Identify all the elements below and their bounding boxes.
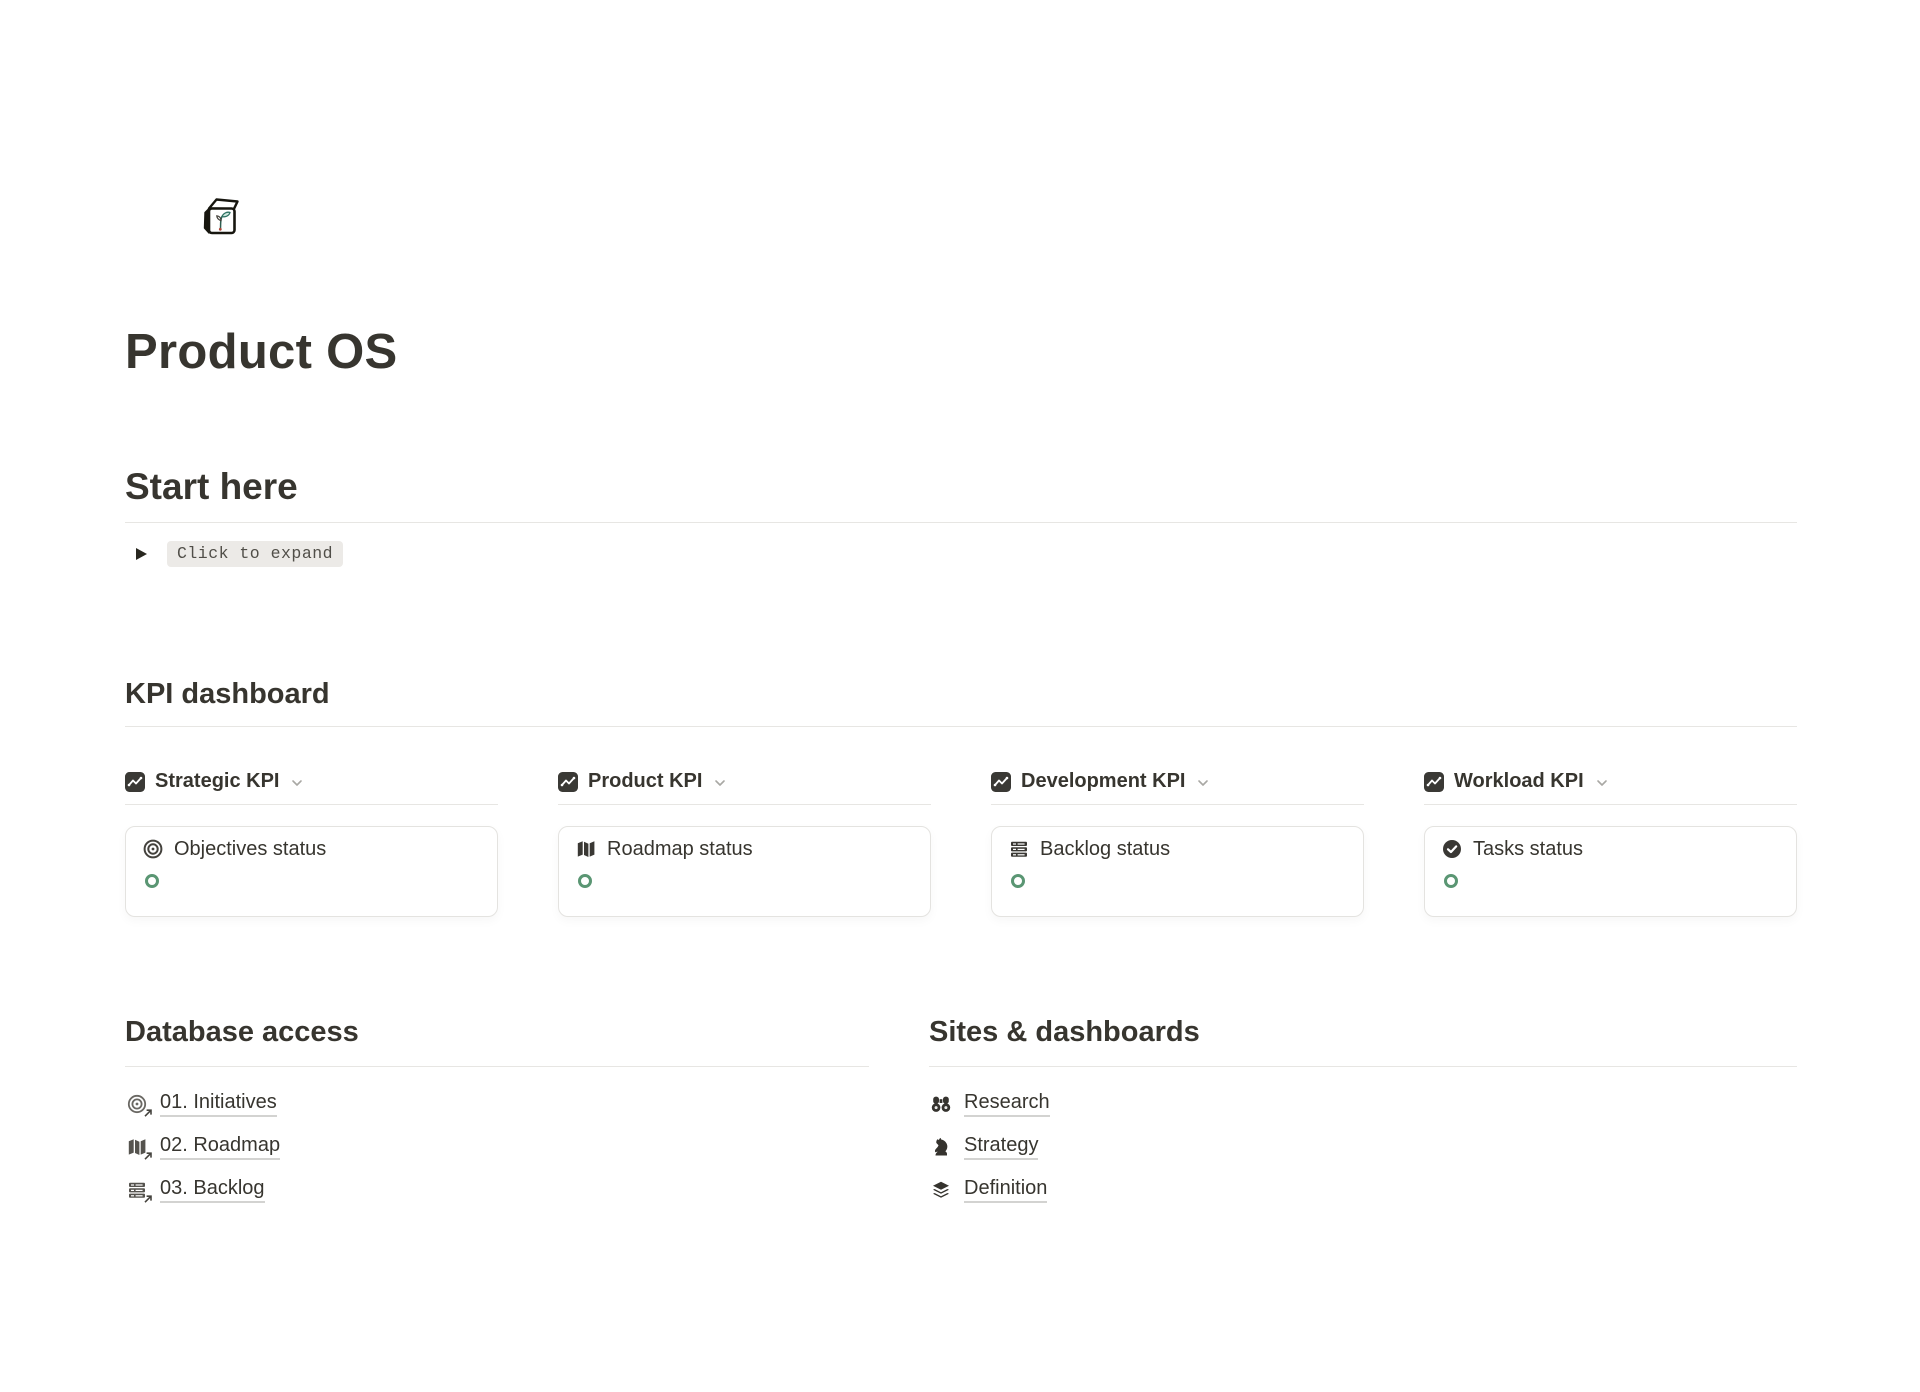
link-label[interactable]: Research xyxy=(964,1091,1050,1117)
divider xyxy=(991,804,1364,805)
kpi-card-label: Backlog status xyxy=(1040,838,1170,861)
map-icon xyxy=(575,838,597,860)
kpi-grid: Strategic KPI Objectives status xyxy=(125,769,1797,917)
chess-knight-icon xyxy=(930,1136,952,1158)
link-label[interactable]: 02. Roadmap xyxy=(160,1134,280,1160)
kpi-column-product: Product KPI Roadmap status xyxy=(558,769,931,917)
layers-icon xyxy=(930,1179,952,1201)
queue-rows-icon xyxy=(1008,838,1030,860)
link-research[interactable]: Research xyxy=(929,1084,1050,1124)
chevron-down-icon[interactable] xyxy=(1197,779,1209,787)
line-chart-icon xyxy=(558,772,578,792)
external-arrow-icon xyxy=(142,1150,154,1162)
database-access-column: Database access 0 xyxy=(125,1014,869,1214)
check-circle-icon xyxy=(1441,838,1463,860)
kpi-column-strategic: Strategic KPI Objectives status xyxy=(125,769,498,917)
line-chart-icon xyxy=(1424,772,1444,792)
status-ring-empty xyxy=(145,874,159,888)
kpi-header-strategic[interactable]: Strategic KPI xyxy=(125,769,498,795)
divider xyxy=(125,804,498,805)
link-strategy[interactable]: Strategy xyxy=(929,1127,1038,1167)
target-icon xyxy=(142,838,164,860)
kpi-column-title[interactable]: Strategic KPI xyxy=(155,770,279,793)
page-title: Product OS xyxy=(125,323,1797,382)
divider xyxy=(125,1066,869,1067)
kpi-column-title[interactable]: Product KPI xyxy=(588,770,702,793)
page-icon-cube-seedling[interactable] xyxy=(196,193,242,239)
kpi-column-title[interactable]: Workload KPI xyxy=(1454,770,1584,793)
kpi-header-development[interactable]: Development KPI xyxy=(991,769,1364,795)
kpi-column-workload: Workload KPI Tasks status xyxy=(1424,769,1797,917)
kpi-header-workload[interactable]: Workload KPI xyxy=(1424,769,1797,795)
kpi-header-product[interactable]: Product KPI xyxy=(558,769,931,795)
external-arrow-icon xyxy=(142,1193,154,1205)
kpi-column-title[interactable]: Development KPI xyxy=(1021,770,1185,793)
link-label[interactable]: 03. Backlog xyxy=(160,1177,265,1203)
kpi-card-roadmap[interactable]: Roadmap status xyxy=(558,826,931,917)
section-heading-sites-dashboards: Sites & dashboards xyxy=(929,1014,1797,1052)
link-label[interactable]: Strategy xyxy=(964,1134,1038,1160)
status-ring-empty xyxy=(578,874,592,888)
toggle-triangle-icon[interactable] xyxy=(136,548,147,560)
kpi-card-label: Objectives status xyxy=(174,838,326,861)
kpi-card-tasks[interactable]: Tasks status xyxy=(1424,826,1797,917)
divider xyxy=(558,804,931,805)
toggle-block[interactable]: Click to expand xyxy=(125,539,1797,569)
divider xyxy=(125,522,1797,523)
binoculars-icon xyxy=(930,1093,952,1115)
toggle-label-code-chip[interactable]: Click to expand xyxy=(167,541,343,567)
section-heading-start-here: Start here xyxy=(125,464,1797,510)
link-label[interactable]: 01. Initiatives xyxy=(160,1091,277,1117)
bottom-columns: Database access 0 xyxy=(125,1014,1797,1214)
kpi-column-development: Development KPI xyxy=(991,769,1364,917)
link-initiatives[interactable]: 01. Initiatives xyxy=(125,1084,277,1124)
chevron-down-icon[interactable] xyxy=(714,779,726,787)
section-heading-kpi-dashboard: KPI dashboard xyxy=(125,676,1797,714)
status-ring-empty xyxy=(1011,874,1025,888)
status-ring-empty xyxy=(1444,874,1458,888)
notion-page: Product OS Start here Click to expand KP… xyxy=(0,193,1797,1213)
section-heading-database-access: Database access xyxy=(125,1014,869,1052)
line-chart-icon xyxy=(991,772,1011,792)
kpi-card-backlog[interactable]: Backlog status xyxy=(991,826,1364,917)
divider xyxy=(125,726,1797,727)
link-label[interactable]: Definition xyxy=(964,1177,1047,1203)
divider xyxy=(929,1066,1797,1067)
link-roadmap[interactable]: 02. Roadmap xyxy=(125,1127,280,1167)
chevron-down-icon[interactable] xyxy=(291,779,303,787)
external-arrow-icon xyxy=(142,1107,154,1119)
link-backlog[interactable]: 03. Backlog xyxy=(125,1170,265,1210)
chevron-down-icon[interactable] xyxy=(1596,779,1608,787)
cube-seedling-icon xyxy=(196,193,242,239)
sites-dashboards-column: Sites & dashboards xyxy=(929,1014,1797,1214)
kpi-card-label: Tasks status xyxy=(1473,838,1583,861)
kpi-card-objectives[interactable]: Objectives status xyxy=(125,826,498,917)
line-chart-icon xyxy=(125,772,145,792)
kpi-card-label: Roadmap status xyxy=(607,838,753,861)
link-definition[interactable]: Definition xyxy=(929,1170,1047,1210)
divider xyxy=(1424,804,1797,805)
